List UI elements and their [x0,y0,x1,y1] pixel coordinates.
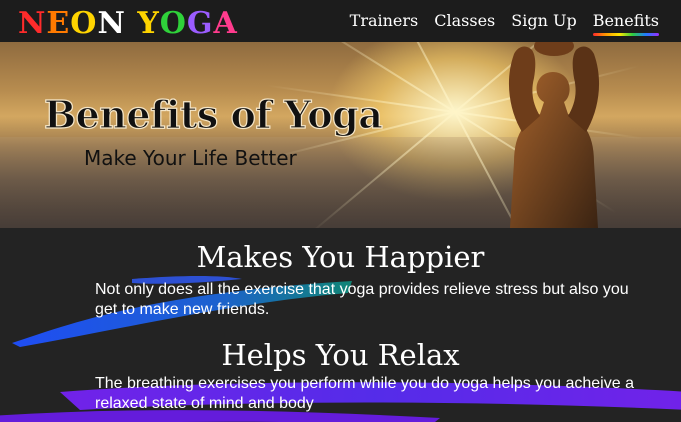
yoga-person-silhouette [508,42,600,228]
logo-letter: O [159,6,187,41]
logo-letter: A [213,6,238,41]
section-text-happier: Not only does all the exercise that yoga… [95,281,629,318]
site-logo[interactable]: NEON YOGA [18,6,238,42]
nav-link-benefits[interactable]: Benefits [592,10,660,36]
hero-title: Benefits of Yoga [43,91,383,137]
nav-link-classes[interactable]: Classes [434,10,495,32]
section-heading-relax: Helps You Relax [221,338,460,372]
nav-link-sign-up[interactable]: Sign Up [511,10,576,32]
hero-banner: Benefits of Yoga Make Your Life Better [0,42,681,228]
hero-subtitle: Make Your Life Better [84,146,297,170]
logo-letter: G [186,6,214,41]
section-text-relax: The breathing exercises you perform whil… [95,375,634,412]
logo-letter: O [70,6,98,41]
nav-links: Trainers Classes Sign Up Benefits [350,10,660,36]
benefits-content: Makes You Happier Not only does all the … [0,228,681,422]
top-navigation: NEON YOGA Trainers Classes Sign Up Benef… [0,0,681,42]
logo-letter: Y [137,6,160,41]
logo-letter: E [46,6,71,41]
logo-letter: N [18,6,47,41]
logo-letter: N [97,6,126,41]
nav-link-trainers[interactable]: Trainers [350,10,419,32]
logo-letter [126,6,137,42]
section-heading-happier: Makes You Happier [196,240,485,274]
